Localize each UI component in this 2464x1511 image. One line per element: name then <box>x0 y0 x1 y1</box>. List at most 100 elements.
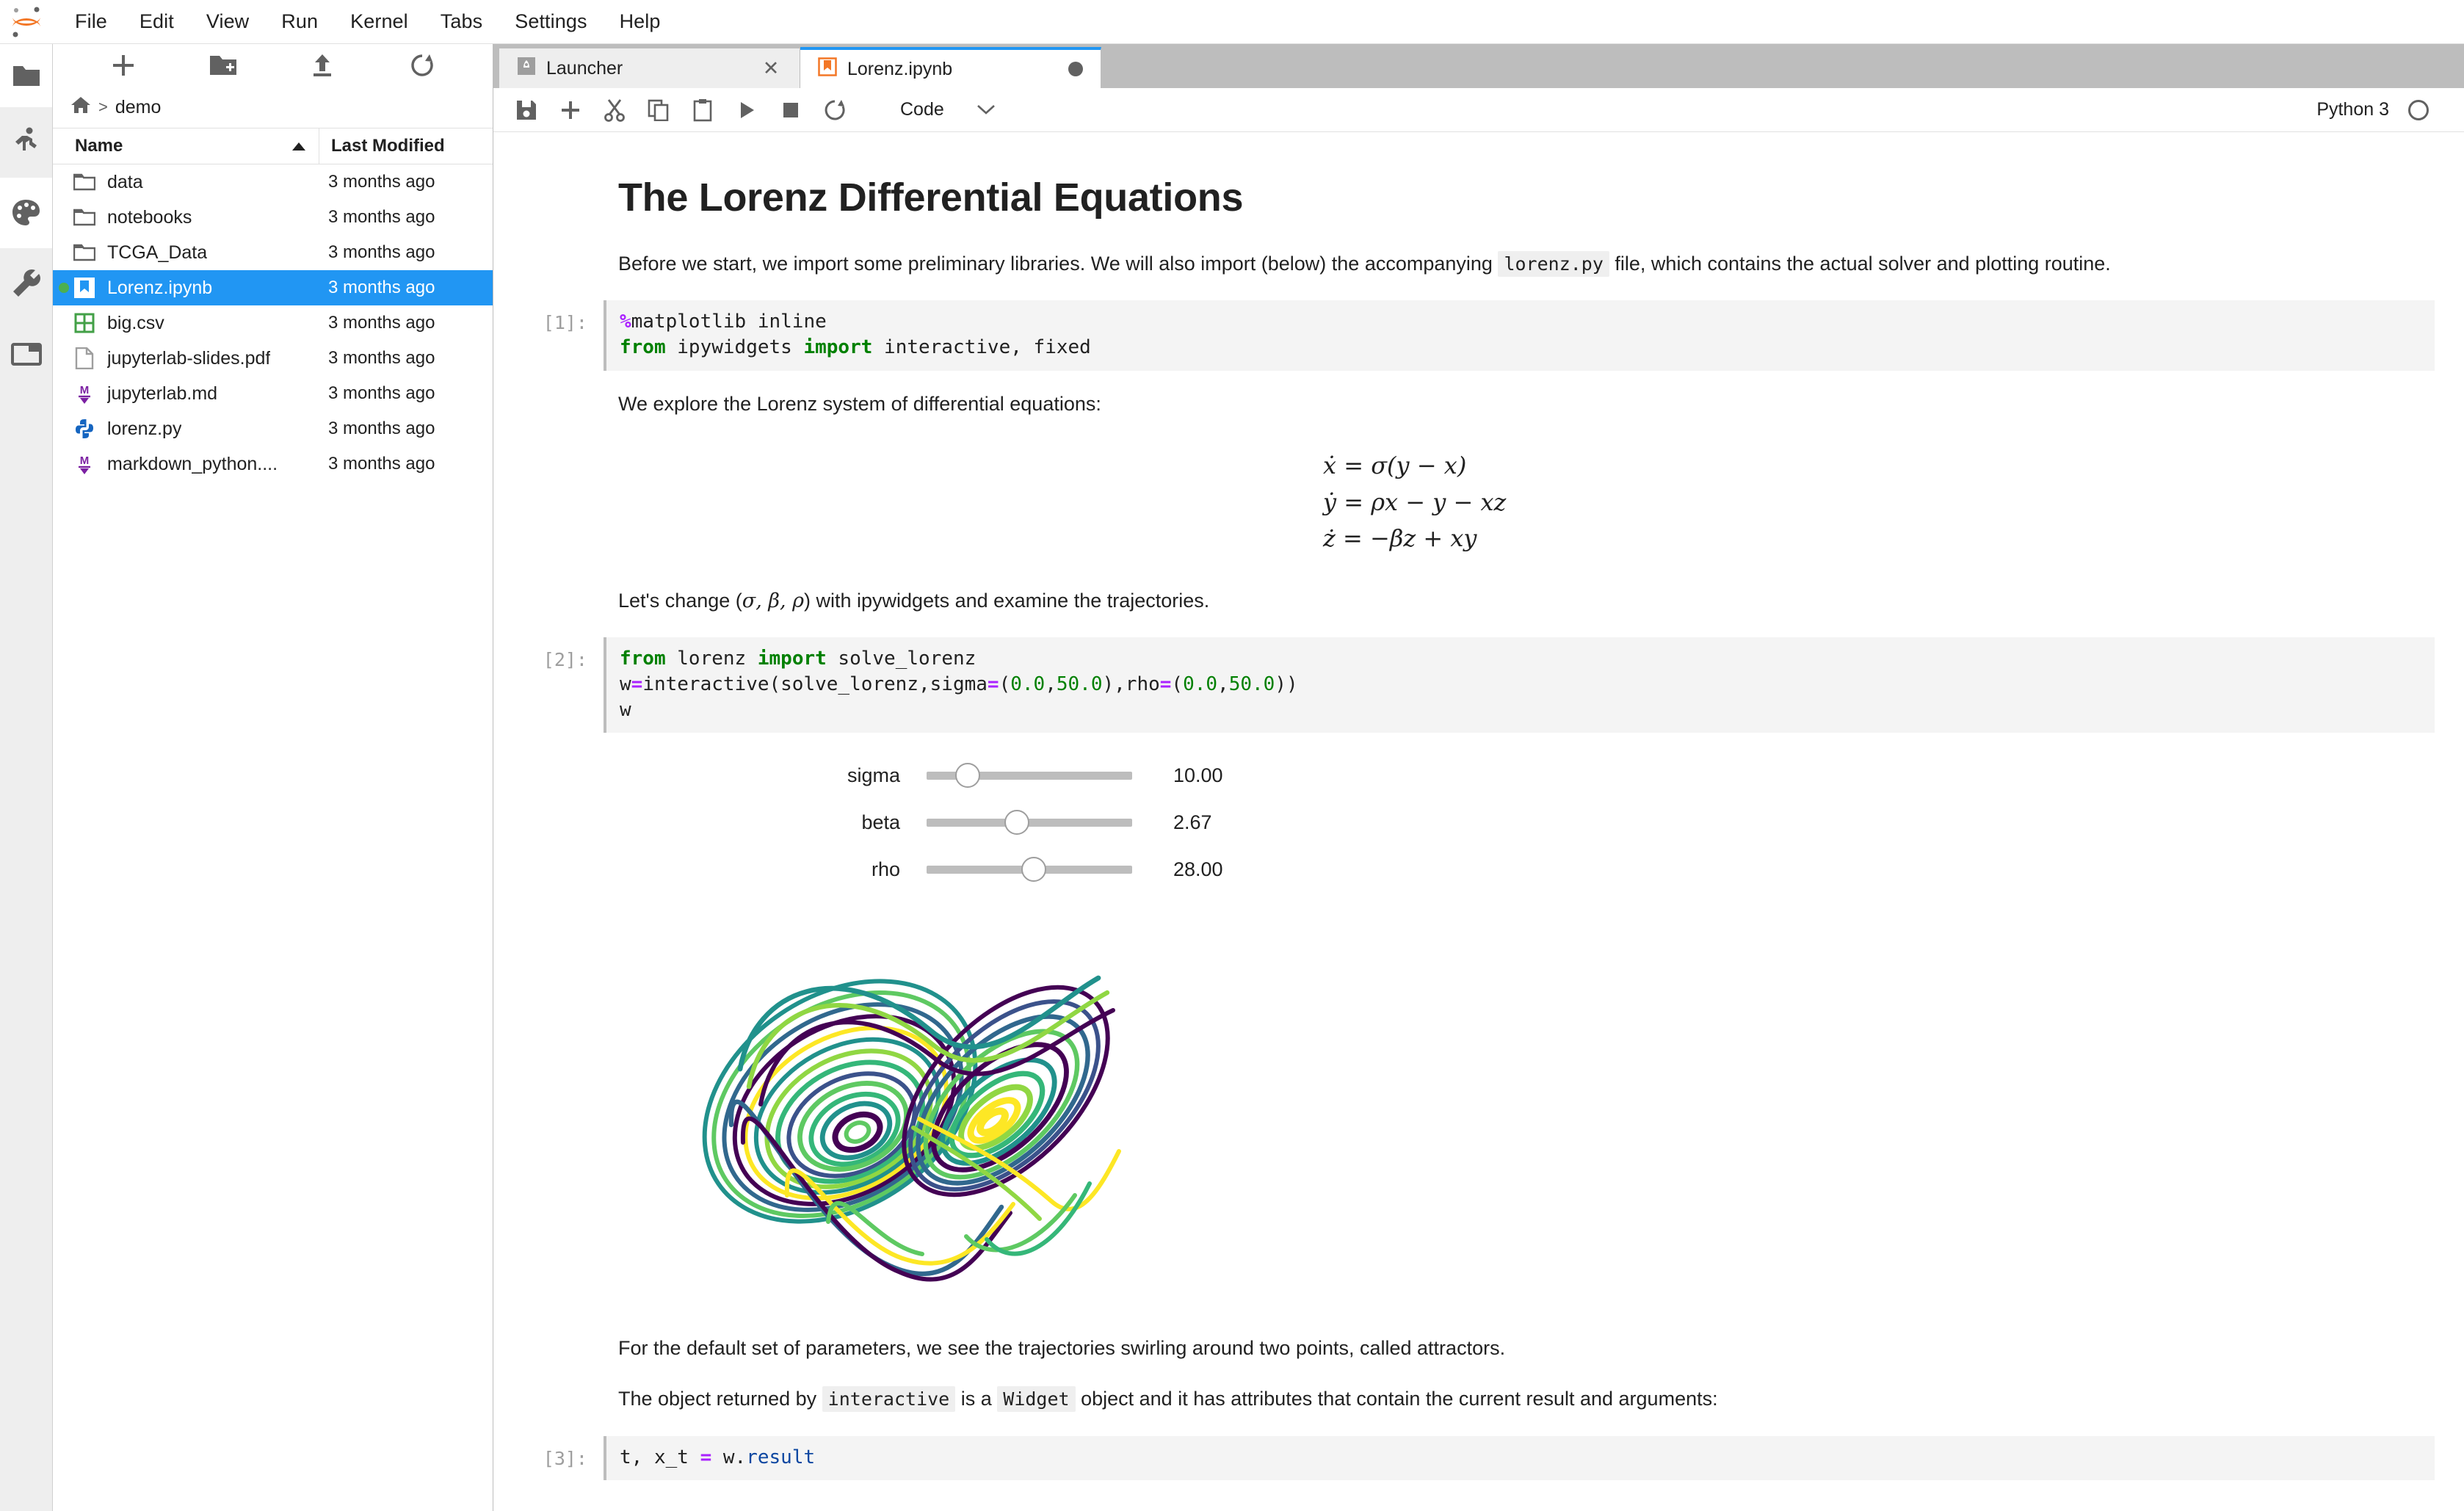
file-browser-toolbar <box>53 44 493 87</box>
slider-handle[interactable] <box>1004 810 1030 836</box>
slider-value: 2.67 <box>1173 811 1212 833</box>
number-token: 0.0 <box>1010 673 1046 695</box>
column-header-name[interactable]: Name <box>53 128 319 164</box>
c2-l2-a: w <box>620 673 631 695</box>
markdown-cell-attractors[interactable]: For the default set of parameters, we se… <box>618 1334 2435 1413</box>
open-tabs-icon <box>10 341 42 366</box>
sidebar-item-property-inspector[interactable] <box>0 248 52 319</box>
code-cell-3[interactable]: [3]: t, x_t = w.result <box>508 1435 2435 1481</box>
code-text: %matplotlib inline from ipywidgets impor… <box>620 309 2435 360</box>
widget-text-b: is a <box>955 1388 998 1410</box>
list-item[interactable]: big.csv 3 months ago <box>53 305 493 341</box>
sidebar-item-running[interactable] <box>0 107 52 178</box>
tab-label: Launcher <box>546 57 623 79</box>
change-params: σ, β, ρ <box>742 589 805 612</box>
operator-eq: = <box>631 673 643 695</box>
list-item[interactable]: Lorenz.ipynb 3 months ago <box>53 270 493 305</box>
code-editor[interactable]: from lorenz import solve_lorenz w=intera… <box>604 637 2435 733</box>
file-name: big.csv <box>107 312 164 333</box>
tab-lorenz-notebook[interactable]: Lorenz.ipynb <box>800 47 1101 88</box>
markdown-icon: M <box>72 383 97 405</box>
list-item[interactable]: jupyterlab-slides.pdf 3 months ago <box>53 341 493 376</box>
breadcrumb-separator: > <box>98 98 108 116</box>
widget-paragraph: The object returned by interactive is a … <box>618 1385 2435 1413</box>
keyword-from: from <box>620 647 666 670</box>
sidebar-item-open-tabs[interactable] <box>0 319 52 389</box>
new-launcher-icon[interactable] <box>106 48 141 83</box>
insert-cell-icon[interactable] <box>551 92 590 128</box>
unsaved-changes-dot[interactable] <box>1068 62 1083 76</box>
save-icon[interactable] <box>507 92 546 128</box>
sidebar-item-extensions[interactable] <box>0 178 52 248</box>
slider-handle[interactable] <box>1021 857 1046 883</box>
intro-text-after: file, which contains the actual solver a… <box>1609 253 2111 275</box>
file-name: TCGA_Data <box>107 242 208 263</box>
menu-run[interactable]: Run <box>265 6 334 37</box>
sidebar-item-file-browser[interactable] <box>0 44 52 107</box>
stop-icon[interactable] <box>771 92 811 128</box>
restart-icon[interactable] <box>815 92 855 128</box>
slider-label: beta <box>861 811 900 833</box>
column-header-last-modified[interactable]: Last Modified <box>319 128 493 164</box>
c2-l2-h: )) <box>1275 673 1298 695</box>
code-cell-1[interactable]: [1]: %matplotlib inline from ipywidgets … <box>508 300 2435 371</box>
home-icon[interactable] <box>70 95 91 120</box>
menu-file[interactable]: File <box>59 6 123 37</box>
markdown-icon: M <box>72 453 97 475</box>
magic-token: % <box>620 311 631 333</box>
markdown-cell-title[interactable]: The Lorenz Differential Equations Before… <box>618 175 2435 278</box>
file-modified: 3 months ago <box>328 418 435 438</box>
markdown-cell-change[interactable]: Let's change (σ, β, ρ) with ipywidgets a… <box>618 587 2435 615</box>
kernel-status[interactable]: Python 3 <box>2316 99 2451 120</box>
menu-view[interactable]: View <box>190 6 265 37</box>
folder-icon <box>72 209 97 226</box>
cell-type-select[interactable]: Code <box>893 96 1003 123</box>
kernel-idle-circle-icon <box>2408 99 2429 120</box>
widget-text-a: The object returned by <box>618 1388 822 1410</box>
list-item[interactable]: notebooks 3 months ago <box>53 200 493 235</box>
line1-rest: matplotlib inline <box>631 311 827 333</box>
paste-icon[interactable] <box>683 92 722 128</box>
slider-handle[interactable] <box>955 763 980 789</box>
slider-row-sigma: sigma 10.00 <box>618 752 2435 799</box>
file-modified: 3 months ago <box>328 207 435 227</box>
c2-l2-c: ( <box>999 673 1011 695</box>
list-item[interactable]: M jupyterlab.md 3 months ago <box>53 376 493 411</box>
menu-help[interactable]: Help <box>604 6 677 37</box>
tab-launcher[interactable]: Launcher ✕ <box>499 48 800 88</box>
menu-edit[interactable]: Edit <box>123 6 190 37</box>
close-icon[interactable]: ✕ <box>760 57 782 80</box>
beta-slider[interactable] <box>927 809 1132 836</box>
code-text: from lorenz import solve_lorenz w=intera… <box>620 646 2435 722</box>
chevron-down-icon <box>976 99 996 120</box>
markdown-cell-explore[interactable]: We explore the Lorenz system of differen… <box>618 390 2435 418</box>
menu-settings[interactable]: Settings <box>499 6 603 37</box>
code-cell-2[interactable]: [2]: from lorenz import solve_lorenz w=i… <box>508 637 2435 733</box>
list-item[interactable]: M markdown_python.... 3 months ago <box>53 446 493 482</box>
keyword-from: from <box>620 336 666 358</box>
c2-l2-d: , <box>1045 673 1057 695</box>
cut-icon[interactable] <box>595 92 634 128</box>
cell-prompt: [1]: <box>543 312 587 334</box>
new-folder-icon[interactable] <box>206 48 241 83</box>
running-indicator-dot <box>59 283 69 293</box>
rho-slider[interactable] <box>927 856 1132 883</box>
menu-kernel[interactable]: Kernel <box>334 6 424 37</box>
cell-prompt: [3]: <box>543 1447 587 1469</box>
refresh-icon[interactable] <box>405 48 440 83</box>
notebook-content: The Lorenz Differential Equations Before… <box>493 132 2464 1511</box>
notebook-icon <box>72 278 97 298</box>
pdf-file-icon <box>72 347 97 369</box>
run-icon[interactable] <box>727 92 767 128</box>
list-item[interactable]: data 3 months ago <box>53 164 493 200</box>
copy-icon[interactable] <box>639 92 678 128</box>
list-item[interactable]: TCGA_Data 3 months ago <box>53 235 493 270</box>
inline-code-widget: Widget <box>997 1386 1076 1413</box>
breadcrumb-path[interactable]: demo <box>115 97 162 118</box>
sigma-slider[interactable] <box>927 762 1132 789</box>
menu-tabs[interactable]: Tabs <box>424 6 499 37</box>
code-editor[interactable]: t, x_t = w.result <box>604 1435 2435 1481</box>
code-editor[interactable]: %matplotlib inline from ipywidgets impor… <box>604 300 2435 371</box>
list-item[interactable]: lorenz.py 3 months ago <box>53 411 493 446</box>
upload-icon[interactable] <box>305 48 340 83</box>
